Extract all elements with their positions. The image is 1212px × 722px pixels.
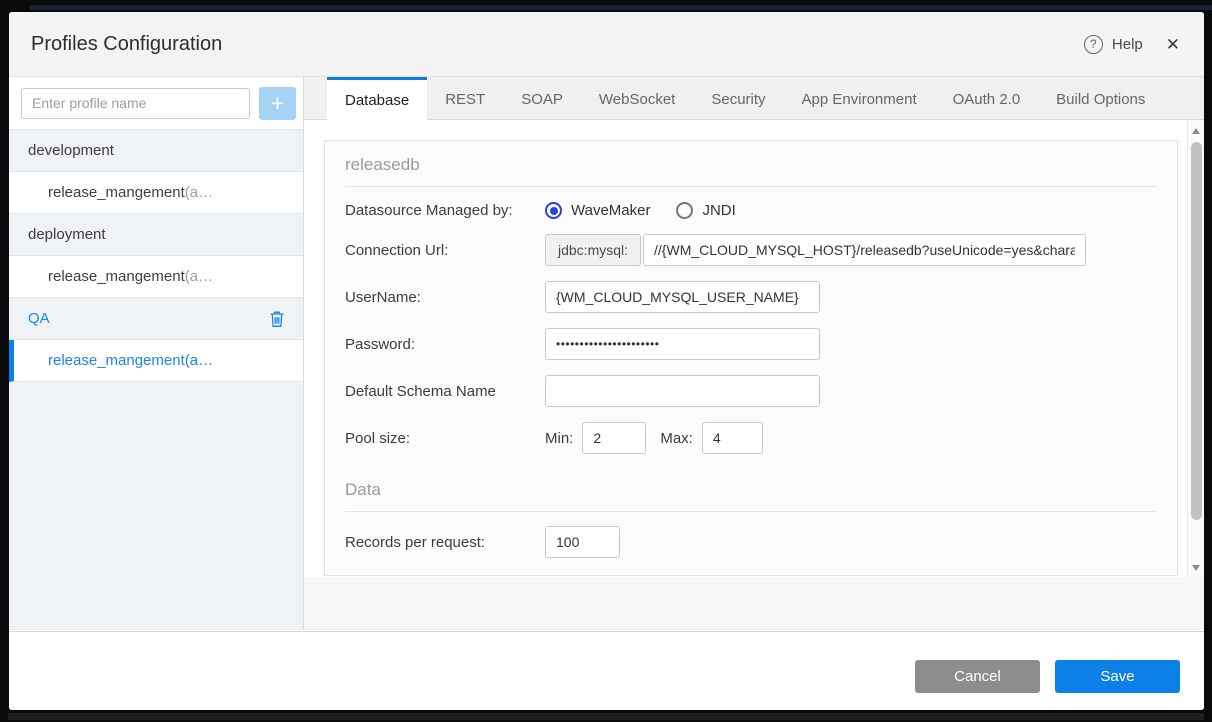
datasource-form-panel: releasedb Datasource Managed by: WaveMak…	[324, 140, 1178, 576]
help-label: Help	[1111, 35, 1143, 53]
delete-profile-button[interactable]	[269, 310, 285, 328]
connection-url-label: Connection Url:	[345, 241, 449, 259]
page-title: Profiles Configuration	[31, 32, 223, 55]
records-per-request-row: Records per request:	[345, 526, 1157, 558]
connection-url-prefix: jdbc:mysql:	[545, 234, 642, 266]
help-button[interactable]: ? Help	[1083, 34, 1143, 54]
background-strip	[30, 5, 1212, 10]
save-button[interactable]: Save	[1055, 660, 1180, 693]
pool-size-label: Pool size:	[345, 429, 411, 447]
username-row: UserName:	[345, 281, 1157, 313]
sidebar-item-release-mangement-1[interactable]: release_mangement (a…	[9, 172, 303, 214]
profiles-sidebar: + development release_mangement (a… depl…	[9, 77, 304, 630]
title-bar: Profiles Configuration ? Help ✕	[9, 12, 1204, 77]
radio-selected-icon	[545, 202, 562, 219]
content-scrollbar[interactable]	[1187, 120, 1204, 577]
default-schema-input[interactable]	[545, 375, 820, 407]
tab-database[interactable]: Database	[327, 77, 428, 120]
sidebar-item-release-mangement-3[interactable]: release_mangement (a…	[9, 340, 303, 382]
pool-min-label: Min:	[545, 429, 574, 447]
help-icon: ?	[1083, 34, 1103, 54]
default-schema-row: Default Schema Name	[345, 375, 1157, 407]
content-lower-area	[304, 577, 1204, 630]
pool-size-row: Pool size: Min: Max:	[345, 422, 1157, 454]
radio-jndi[interactable]: JNDI	[676, 202, 736, 219]
section-header-releasedb: releasedb	[345, 141, 1157, 187]
database-tab-panel: releasedb Datasource Managed by: WaveMak…	[304, 120, 1204, 577]
truncated-suffix: (a…	[184, 268, 214, 285]
section-header-data: Data	[345, 466, 1157, 512]
tab-app-environment[interactable]: App Environment	[784, 77, 935, 119]
sidebar-item-release-mangement-2[interactable]: release_mangement (a…	[9, 256, 303, 298]
username-input[interactable]	[545, 281, 820, 313]
tab-rest[interactable]: REST	[427, 77, 503, 119]
password-row: Password:	[345, 328, 1157, 360]
datasource-managed-by-label: Datasource Managed by:	[345, 202, 513, 219]
add-profile-row: +	[9, 77, 303, 130]
dialog-footer: Cancel Save	[9, 631, 1204, 710]
profiles-configuration-dialog: Profiles Configuration ? Help ✕ + develo…	[9, 12, 1204, 710]
add-profile-button[interactable]: +	[259, 86, 296, 120]
tab-bar: Database REST SOAP WebSocket Security Ap…	[304, 77, 1204, 120]
tab-soap[interactable]: SOAP	[503, 77, 581, 119]
username-label: UserName:	[345, 288, 421, 306]
datasource-managed-by-row: Datasource Managed by: WaveMaker JNDI	[345, 202, 1157, 219]
radio-unselected-icon	[676, 202, 694, 219]
records-per-request-label: Records per request:	[345, 533, 486, 551]
pool-max-label: Max:	[660, 429, 693, 447]
password-label: Password:	[345, 335, 416, 353]
sidebar-item-development[interactable]: development	[9, 130, 303, 172]
pool-max-input[interactable]	[701, 422, 763, 454]
truncated-suffix: (a…	[184, 184, 214, 201]
records-per-request-input[interactable]	[545, 526, 620, 558]
sidebar-item-deployment[interactable]: deployment	[9, 214, 303, 256]
close-icon[interactable]: ✕	[1166, 36, 1180, 53]
truncated-suffix: (a…	[184, 352, 214, 369]
radio-wavemaker[interactable]: WaveMaker	[545, 202, 650, 219]
pool-min-input[interactable]	[582, 422, 647, 454]
background-strip	[8, 713, 1204, 720]
tab-security[interactable]: Security	[693, 77, 783, 119]
trash-icon	[270, 311, 284, 327]
tab-build-options[interactable]: Build Options	[1038, 77, 1163, 119]
scroll-up-arrow[interactable]	[1192, 128, 1200, 134]
sidebar-item-qa[interactable]: QA	[9, 298, 303, 340]
tab-websocket[interactable]: WebSocket	[581, 77, 693, 119]
profile-content: Database REST SOAP WebSocket Security Ap…	[304, 77, 1204, 630]
profile-name-input[interactable]	[21, 87, 250, 119]
password-input[interactable]	[545, 328, 820, 360]
scroll-down-arrow[interactable]	[1192, 565, 1200, 571]
connection-url-row: Connection Url: jdbc:mysql:	[345, 234, 1157, 266]
tab-oauth-2-0[interactable]: OAuth 2.0	[935, 77, 1039, 119]
default-schema-label: Default Schema Name	[345, 382, 496, 400]
cancel-button[interactable]: Cancel	[915, 660, 1040, 693]
connection-url-input[interactable]	[643, 234, 1087, 266]
scroll-thumb[interactable]	[1191, 142, 1202, 520]
